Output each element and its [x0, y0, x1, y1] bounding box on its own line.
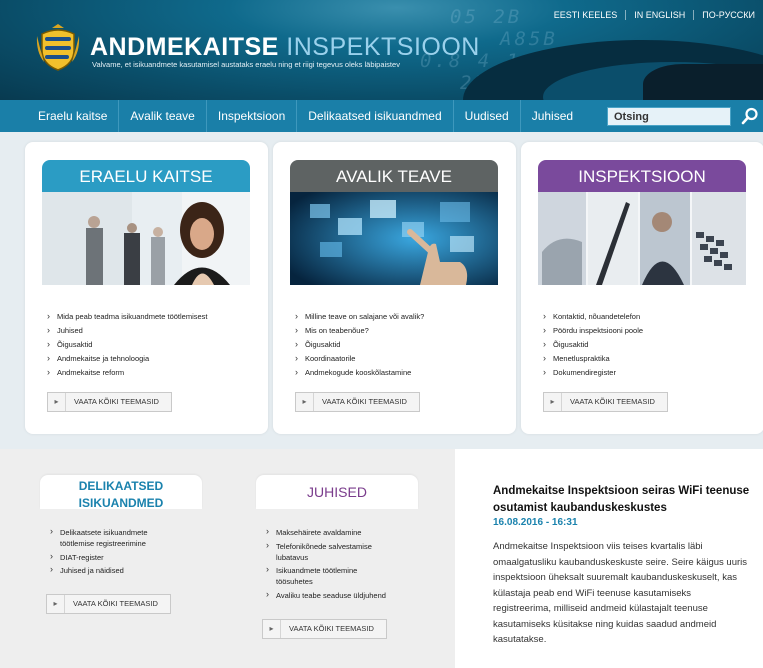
button-label: VAATA KÕIKI TEEMASID [73, 599, 158, 608]
list-item[interactable]: Koordinaatorile [295, 351, 424, 366]
list-item[interactable]: Dokumendiregister [543, 365, 643, 380]
list-item[interactable]: Õigusaktid [543, 337, 643, 352]
chevron-right-icon: ▸ [296, 393, 314, 411]
list-item[interactable]: Juhised [47, 323, 208, 338]
list-item[interactable]: DIAT-register [50, 551, 180, 563]
lang-estonian-link[interactable]: EESTI KEELES [546, 10, 626, 20]
list-item[interactable]: Isikuandmete töötlemine töösuhetes [266, 564, 366, 587]
site-tagline: Valvame, et isikuandmete kasutamisel aus… [92, 60, 400, 69]
card-title[interactable]: INSPEKTSIOON [538, 160, 746, 192]
chevron-right-icon: ▸ [47, 595, 65, 613]
delikaatsed-topic-list: Delikaatsete isikuandmete töötlemise reg… [50, 526, 180, 579]
site-brand-title[interactable]: ANDMEKAITSE INSPEKTSIOON [90, 33, 480, 61]
search-input[interactable] [607, 107, 731, 126]
list-item[interactable]: Õigusaktid [47, 337, 208, 352]
card-topic-list: Milline teave on salajane või avalik? Mi… [295, 309, 424, 380]
card-title[interactable]: AVALIK TEAVE [290, 160, 498, 192]
button-label: VAATA KÕIKI TEEMASID [570, 397, 655, 406]
list-item[interactable]: Õigusaktid [295, 337, 424, 352]
heading-line-2: ISIKUANDMED [78, 496, 164, 510]
brand-word-1: ANDMEKAITSE [90, 33, 279, 61]
nav-item-uudised[interactable]: Uudised [454, 100, 521, 132]
list-item[interactable]: Avaliku teabe seaduse üldjuhend [266, 589, 416, 601]
nav-item-inspektsioon[interactable]: Inspektsioon [207, 100, 298, 132]
button-label: VAATA KÕIKI TEEMASID [289, 624, 374, 633]
heading-line-1: DELIKAATSED [78, 479, 164, 493]
chevron-right-icon: ▸ [48, 393, 66, 411]
secondary-topics-area: DELIKAATSED ISIKUANDMED Delikaatsete isi… [0, 449, 455, 668]
list-item[interactable]: Maksehäirete avaldamine [266, 526, 396, 538]
list-item[interactable]: Andmekaitse reform [47, 365, 208, 380]
card-photo-business-people [42, 192, 250, 285]
delikaatsed-isikuandmed-heading[interactable]: DELIKAATSED ISIKUANDMED [40, 475, 202, 509]
nav-item-eraelu-kaitse[interactable]: Eraelu kaitse [0, 100, 120, 132]
heading-label: JUHISED [307, 484, 367, 500]
list-item[interactable]: Pöördu inspektsiooni poole [543, 323, 643, 338]
juhised-topic-list: Maksehäirete avaldamine Telefonikõnede s… [266, 526, 416, 603]
site-header: 05 2B A85B 0.8 4 1 25BE7 EESTI KEELES IN… [0, 0, 763, 100]
bottom-section: DELIKAATSED ISIKUANDMED Delikaatsete isi… [0, 449, 763, 668]
news-body: Andmekaitse Inspektsioon viis teises kva… [493, 541, 747, 645]
view-all-topics-button[interactable]: ▸ VAATA KÕIKI TEEMASID [295, 392, 420, 412]
juhised-heading[interactable]: JUHISED [256, 475, 418, 509]
nav-item-juhised[interactable]: Juhised [521, 100, 584, 132]
language-switcher: EESTI KEELES IN ENGLISH ПО-РУССКИ [546, 10, 763, 20]
lang-russian-link[interactable]: ПО-РУССКИ [693, 10, 763, 20]
lang-english-link[interactable]: IN ENGLISH [625, 10, 693, 20]
list-item[interactable]: Menetluspraktika [543, 351, 643, 366]
card-title[interactable]: ERAELU KAITSE [42, 160, 250, 192]
card-inspektsioon: INSPEKTSIOON Kontaktid, nõuandetelefon P… [521, 142, 763, 434]
search-icon[interactable] [741, 107, 759, 125]
view-all-topics-button[interactable]: ▸ VAATA KÕIKI TEEMASID [543, 392, 668, 412]
list-item[interactable]: Telefonikõnede salvestamise lubatavus [266, 540, 374, 563]
view-all-topics-button[interactable]: ▸ VAATA KÕIKI TEEMASID [46, 594, 171, 614]
main-navigation: Eraelu kaitse Avalik teave Inspektsioon … [0, 100, 763, 132]
view-all-topics-button[interactable]: ▸ VAATA KÕIKI TEEMASID [262, 619, 387, 639]
card-photo-digital-screens [290, 192, 498, 285]
list-item[interactable]: Milline teave on salajane või avalik? [295, 309, 424, 324]
list-item[interactable]: Delikaatsete isikuandmete töötlemise reg… [50, 526, 170, 549]
news-panel: Andmekaitse Inspektsioon seiras WiFi tee… [455, 449, 763, 668]
topic-cards-section: ERAELU KAITSE Mida peab teadma isikuandm… [0, 132, 763, 449]
header-dark-shape [643, 64, 763, 100]
list-item[interactable]: Andmekaitse ja tehnoloogia [47, 351, 208, 366]
card-topic-list: Kontaktid, nõuandetelefon Pöördu inspekt… [543, 309, 643, 380]
list-item[interactable]: Juhised ja näidised [50, 564, 180, 576]
card-avalik-teave: AVALIK TEAVE Milline teave on salajane v… [273, 142, 516, 434]
view-all-topics-button[interactable]: ▸ VAATA KÕIKI TEEMASID [47, 392, 172, 412]
list-item[interactable]: Andmekogude kooskõlastamine [295, 365, 424, 380]
coat-of-arms-logo[interactable] [36, 24, 80, 72]
brand-word-2: INSPEKTSIOON [286, 33, 480, 61]
nav-item-delikaatsed-isikuandmed[interactable]: Delikaatsed isikuandmed [297, 100, 454, 132]
list-item[interactable]: Kontaktid, nõuandetelefon [543, 309, 643, 324]
chevron-right-icon: ▸ [544, 393, 562, 411]
button-label: VAATA KÕIKI TEEMASID [74, 397, 159, 406]
card-topic-list: Mida peab teadma isikuandmete töötlemise… [47, 309, 208, 380]
news-headline[interactable]: Andmekaitse Inspektsioon seiras WiFi tee… [493, 483, 753, 517]
nav-item-avalik-teave[interactable]: Avalik teave [119, 100, 207, 132]
list-item[interactable]: Mida peab teadma isikuandmete töötlemise… [47, 309, 208, 324]
card-eraelu-kaitse: ERAELU KAITSE Mida peab teadma isikuandm… [25, 142, 268, 434]
list-item[interactable]: Mis on teabenõue? [295, 323, 424, 338]
news-date: 16.08.2016 - 16:31 [493, 517, 578, 528]
button-label: VAATA KÕIKI TEEMASID [322, 397, 407, 406]
card-photo-office-collage [538, 192, 746, 285]
chevron-right-icon: ▸ [263, 620, 281, 638]
